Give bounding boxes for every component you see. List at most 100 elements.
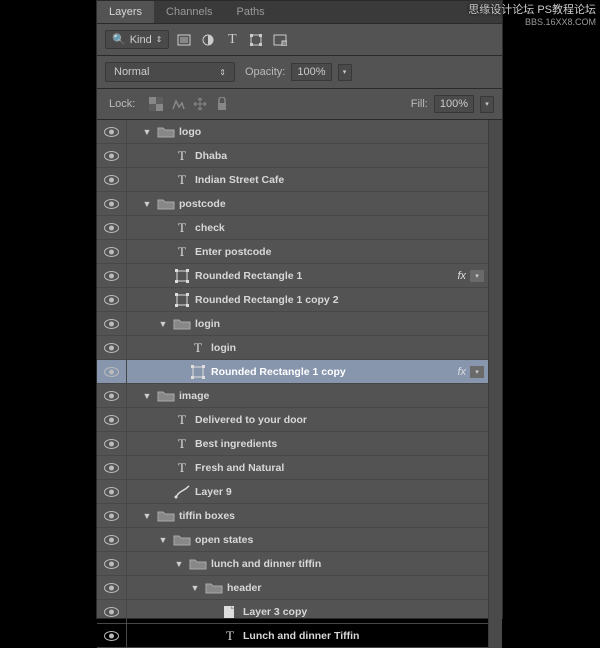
twirl-icon[interactable]: ▼ [141, 511, 153, 521]
layer-row[interactable]: ▼ lunch and dinner tiffin [97, 552, 488, 576]
fx-expand-icon[interactable]: ▾ [470, 366, 484, 378]
layer-name[interactable]: Best ingredients [195, 438, 277, 450]
filter-type-icon[interactable]: T [223, 31, 241, 49]
visibility-toggle[interactable] [97, 624, 127, 647]
layer-row[interactable]: TEnter postcode [97, 240, 488, 264]
visibility-toggle[interactable] [97, 384, 127, 407]
layer-name[interactable]: open states [195, 534, 253, 546]
layer-row[interactable]: TBest ingredients [97, 432, 488, 456]
visibility-toggle[interactable] [97, 504, 127, 527]
filter-adjustment-icon[interactable] [199, 31, 217, 49]
twirl-icon[interactable]: ▼ [157, 535, 169, 545]
visibility-toggle[interactable] [97, 480, 127, 503]
layer-name[interactable]: Rounded Rectangle 1 copy 2 [195, 294, 339, 306]
lock-position-icon[interactable] [191, 95, 209, 113]
twirl-icon[interactable]: ▼ [173, 559, 185, 569]
layer-row[interactable]: Tlogin [97, 336, 488, 360]
layer-row[interactable]: ▼ postcode [97, 192, 488, 216]
visibility-toggle[interactable] [97, 240, 127, 263]
fx-indicator[interactable]: fx [457, 366, 466, 378]
twirl-icon[interactable]: ▼ [141, 199, 153, 209]
layer-row[interactable]: TFresh and Natural [97, 456, 488, 480]
layers-area: ▼ logo T Dhaba TIndian Street Cafe ▼ postcode T… [97, 120, 502, 648]
visibility-toggle[interactable] [97, 600, 127, 623]
visibility-toggle[interactable] [97, 312, 127, 335]
layer-row[interactable]: TLunch and dinner Tiffin [97, 624, 488, 648]
visibility-toggle[interactable] [97, 456, 127, 479]
visibility-toggle[interactable] [97, 432, 127, 455]
layer-name[interactable]: Indian Street Cafe [195, 174, 284, 186]
layer-row[interactable]: T Dhaba [97, 144, 488, 168]
fx-expand-icon[interactable]: ▾ [470, 270, 484, 282]
scrollbar[interactable] [488, 120, 502, 648]
layer-name[interactable]: Dhaba [195, 150, 227, 162]
visibility-toggle[interactable] [97, 360, 127, 383]
layer-row[interactable]: ▼ logo [97, 120, 488, 144]
layer-row[interactable]: Rounded Rectangle 1 copy 2 [97, 288, 488, 312]
filter-smart-icon[interactable] [271, 31, 289, 49]
fx-indicator[interactable]: fx [457, 270, 466, 282]
visibility-toggle[interactable] [97, 576, 127, 599]
layer-row[interactable]: ▼ open states [97, 528, 488, 552]
lock-image-icon[interactable] [169, 95, 187, 113]
layer-name[interactable]: login [195, 318, 220, 330]
layer-name[interactable]: image [179, 390, 209, 402]
layer-name[interactable]: Lunch and dinner Tiffin [243, 630, 359, 642]
layer-name[interactable]: Enter postcode [195, 246, 271, 258]
visibility-toggle[interactable] [97, 528, 127, 551]
layer-row[interactable]: Layer 3 copy [97, 600, 488, 624]
layer-name[interactable]: Rounded Rectangle 1 [195, 270, 302, 282]
visibility-toggle[interactable] [97, 336, 127, 359]
fill-value[interactable]: 100% [434, 95, 474, 113]
filter-shape-icon[interactable] [247, 31, 265, 49]
visibility-toggle[interactable] [97, 216, 127, 239]
layer-name[interactable]: login [211, 342, 236, 354]
opacity-flyout[interactable]: ▾ [338, 64, 352, 81]
layer-row[interactable]: Tcheck [97, 216, 488, 240]
layer-name[interactable]: header [227, 582, 261, 594]
layer-name[interactable]: check [195, 222, 225, 234]
tab-channels[interactable]: Channels [154, 1, 224, 23]
visibility-toggle[interactable] [97, 552, 127, 575]
layer-row[interactable]: ▼ login [97, 312, 488, 336]
layer-row[interactable]: Layer 9 [97, 480, 488, 504]
visibility-toggle[interactable] [97, 408, 127, 431]
visibility-toggle[interactable] [97, 192, 127, 215]
filter-kind-dropdown[interactable]: 🔍 Kind ⇕ [105, 30, 169, 49]
layer-row[interactable]: Rounded Rectangle 1 copy fx ▾ [97, 360, 488, 384]
blend-mode-dropdown[interactable]: Normal ⇕ [105, 62, 235, 82]
twirl-icon[interactable]: ▼ [189, 583, 201, 593]
layer-name[interactable]: Layer 9 [195, 486, 232, 498]
layer-name[interactable]: Fresh and Natural [195, 462, 284, 474]
twirl-icon[interactable]: ▼ [141, 391, 153, 401]
opacity-value[interactable]: 100% [291, 63, 331, 81]
layer-name[interactable]: Delivered to your door [195, 414, 307, 426]
lock-all-icon[interactable] [213, 95, 231, 113]
lock-transparency-icon[interactable] [147, 95, 165, 113]
fill-flyout[interactable]: ▾ [480, 96, 494, 113]
layer-row[interactable]: ▼ header [97, 576, 488, 600]
layer-name[interactable]: Rounded Rectangle 1 copy [211, 366, 346, 378]
layer-name[interactable]: Layer 3 copy [243, 606, 307, 618]
visibility-toggle[interactable] [97, 120, 127, 143]
tab-paths[interactable]: Paths [225, 1, 277, 23]
layer-type-icon: T [173, 149, 191, 163]
layer-row[interactable]: TIndian Street Cafe [97, 168, 488, 192]
filter-pixel-icon[interactable] [175, 31, 193, 49]
layer-row[interactable]: ▼ tiffin boxes [97, 504, 488, 528]
layer-row[interactable]: Rounded Rectangle 1 fx ▾ [97, 264, 488, 288]
layer-name[interactable]: lunch and dinner tiffin [211, 558, 321, 570]
layer-name[interactable]: tiffin boxes [179, 510, 235, 522]
visibility-toggle[interactable] [97, 264, 127, 287]
visibility-toggle[interactable] [97, 168, 127, 191]
layers-list[interactable]: ▼ logo T Dhaba TIndian Street Cafe ▼ postcode T… [97, 120, 488, 648]
visibility-toggle[interactable] [97, 144, 127, 167]
layer-row[interactable]: ▼ image [97, 384, 488, 408]
twirl-icon[interactable]: ▼ [141, 127, 153, 137]
layer-name[interactable]: logo [179, 126, 201, 138]
visibility-toggle[interactable] [97, 288, 127, 311]
twirl-icon[interactable]: ▼ [157, 319, 169, 329]
layer-row[interactable]: TDelivered to your door [97, 408, 488, 432]
tab-layers[interactable]: Layers [97, 1, 154, 23]
layer-name[interactable]: postcode [179, 198, 226, 210]
